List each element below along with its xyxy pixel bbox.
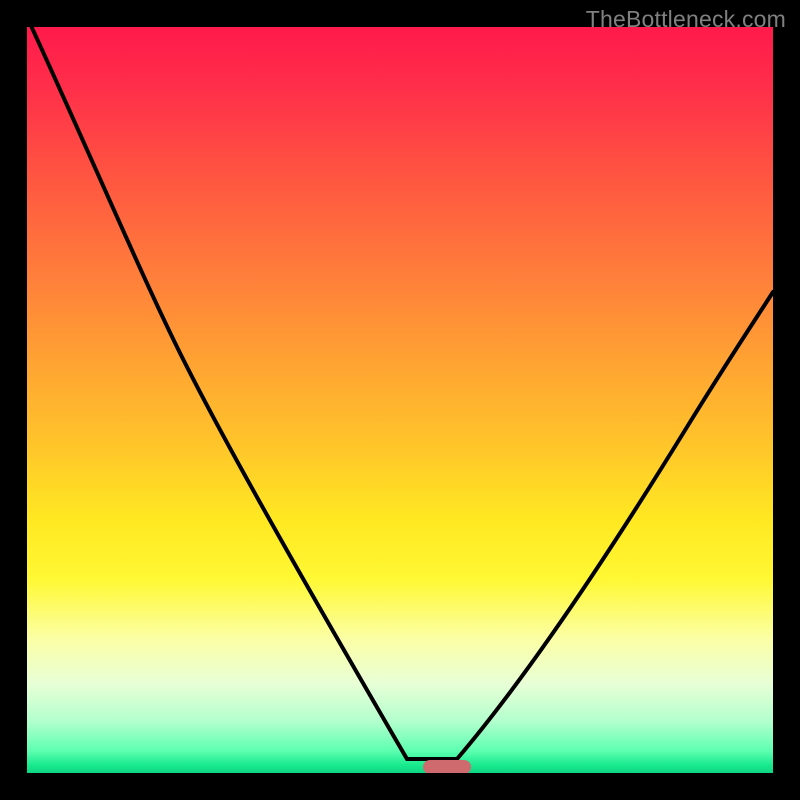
curve-right <box>457 292 773 759</box>
plot-area <box>27 27 773 773</box>
curve-left <box>27 27 457 759</box>
chart-frame: TheBottleneck.com <box>0 0 800 800</box>
bottleneck-curve <box>27 27 773 773</box>
watermark-text: TheBottleneck.com <box>586 6 786 33</box>
optimal-marker <box>423 760 471 773</box>
